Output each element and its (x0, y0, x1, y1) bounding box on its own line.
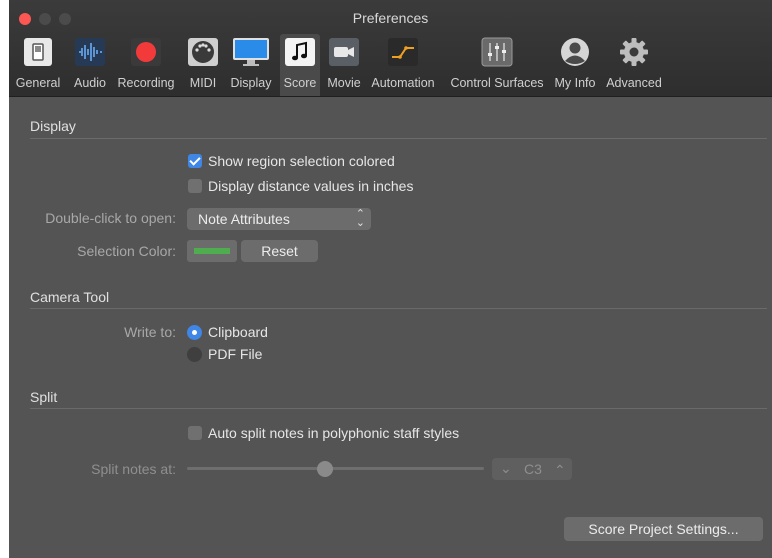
section-title-split: Split (30, 389, 58, 405)
display-distance-inches-label: Display distance values in inches (208, 178, 414, 194)
tab-audio[interactable]: Audio (70, 34, 110, 96)
double-click-label: Double-click to open: (45, 210, 176, 226)
selection-color-label: Selection Color: (77, 243, 176, 259)
tab-control-surfaces[interactable]: Control Surfaces (446, 34, 548, 96)
clipboard-radio[interactable] (187, 325, 202, 340)
reset-color-button[interactable]: Reset (241, 240, 318, 262)
updown-arrows-icon: ⌃ ⌄ (355, 208, 365, 229)
pdf-file-radio[interactable] (187, 347, 202, 362)
tab-midi[interactable]: MIDI (185, 34, 221, 96)
tab-general[interactable]: General (11, 34, 65, 96)
monitor-icon (233, 38, 269, 66)
switch-icon (24, 38, 52, 66)
chevron-up-icon[interactable]: ⌃ (554, 462, 566, 479)
tab-score[interactable]: Score (280, 34, 320, 96)
write-to-label: Write to: (124, 324, 176, 340)
tab-display[interactable]: Display (227, 34, 275, 96)
record-icon (131, 38, 161, 66)
section-title-camera-tool: Camera Tool (30, 289, 110, 305)
auto-split-label: Auto split notes in polyphonic staff sty… (208, 425, 460, 441)
pdf-file-label: PDF File (208, 346, 263, 362)
split-notes-at-label: Split notes at: (91, 461, 176, 477)
window-title: Preferences (352, 10, 429, 26)
auto-split-checkbox[interactable] (188, 426, 202, 440)
tab-my-info[interactable]: My Info (552, 34, 598, 96)
double-click-value: Note Attributes (198, 211, 290, 227)
score-project-settings-button[interactable]: Score Project Settings... (564, 517, 763, 541)
selection-color-well[interactable] (187, 240, 237, 262)
show-region-selection-colored-label: Show region selection colored (208, 153, 395, 169)
gear-icon (620, 38, 648, 66)
section-divider (30, 308, 767, 309)
tab-movie[interactable]: Movie (324, 34, 364, 96)
split-notes-stepper[interactable]: ⌄ C3 ⌃ (492, 458, 572, 480)
split-note-value: C3 (524, 461, 542, 477)
clipboard-label: Clipboard (208, 324, 268, 340)
user-icon (561, 38, 589, 66)
double-click-popup[interactable]: Note Attributes ⌃ ⌄ (187, 208, 371, 230)
waveform-icon (75, 38, 105, 66)
music-note-icon (285, 38, 315, 66)
tab-recording[interactable]: Recording (114, 34, 178, 96)
chevron-down-icon[interactable]: ⌄ (500, 460, 512, 477)
video-camera-icon (329, 38, 359, 66)
show-region-selection-colored-checkbox[interactable] (188, 154, 202, 168)
tab-automation[interactable]: Automation (368, 34, 438, 96)
section-divider (30, 138, 767, 139)
preferences-window: Preferences General Audio Recording MIDI… (9, 0, 772, 558)
split-notes-slider-track[interactable] (187, 467, 484, 470)
tab-advanced[interactable]: Advanced (603, 34, 665, 96)
display-distance-inches-checkbox[interactable] (188, 179, 202, 193)
title-bar: Preferences General Audio Recording MIDI… (9, 0, 772, 97)
section-title-display: Display (30, 118, 76, 134)
midi-connector-icon (188, 38, 218, 66)
selection-color-swatch (194, 248, 230, 254)
faders-icon (481, 37, 513, 67)
automation-curve-icon (388, 38, 418, 66)
split-notes-slider-knob[interactable] (317, 461, 333, 477)
section-divider (30, 408, 767, 409)
